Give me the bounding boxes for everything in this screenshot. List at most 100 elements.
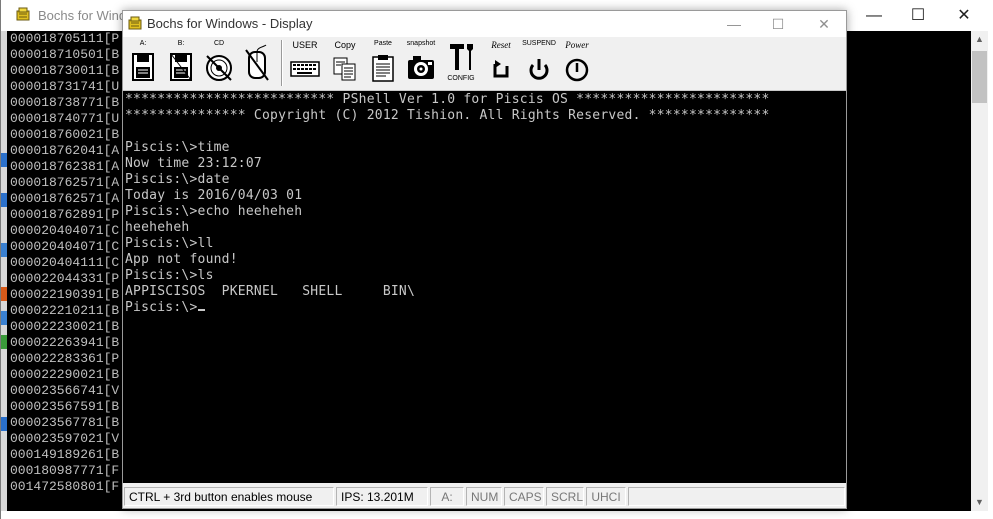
mouse-capture-button[interactable] (239, 40, 275, 86)
screen-line: Today is 2016/04/03 01 (125, 188, 303, 203)
paste-button[interactable]: Paste (365, 40, 401, 86)
camera-icon (408, 56, 434, 79)
background-scrollbar[interactable]: ▲ ▼ (971, 31, 988, 511)
maximize-button[interactable]: ☐ (755, 11, 801, 37)
log-line: 000022210211[B (10, 303, 120, 318)
floppy-a-button[interactable]: A: (125, 40, 161, 86)
screen-line: Piscis:\>time (125, 140, 230, 155)
status-drive-a: A: (430, 487, 464, 506)
snapshot-button[interactable]: snapshot (403, 40, 439, 86)
prompt-text: Piscis:\> (125, 300, 198, 315)
scroll-down-icon[interactable]: ▼ (971, 494, 988, 511)
cdrom-button[interactable]: CD (201, 40, 237, 86)
log-line: 000018760021[B (10, 127, 120, 142)
log-line: 000018762571[A (10, 175, 120, 190)
screen-line: *************** Copyright (C) 2012 Tishi… (125, 108, 770, 123)
screen-line: App not found! (125, 252, 238, 267)
log-line: 001472580801[F (10, 479, 120, 494)
log-line: 000018762891[P (10, 207, 120, 222)
minimize-button[interactable]: — (711, 11, 757, 37)
display-titlebar[interactable]: Bochs for Windows - Display — ☐ ✕ (123, 11, 846, 37)
log-line: 000018738771[B (10, 95, 120, 110)
background-minimize-button[interactable]: — (851, 0, 897, 31)
log-line: 000018740771[U (10, 111, 120, 126)
screen-line: APPISCISOS PKERNEL SHELL BIN\ (125, 284, 416, 299)
suspend-label: SUSPEND (522, 40, 556, 47)
screen-line: Piscis:\>date (125, 172, 230, 187)
log-line: 000020404071[C (10, 239, 120, 254)
log-line: 000022230021[B (10, 319, 120, 334)
user-button[interactable]: USER (287, 40, 323, 86)
power-label: Power (565, 40, 589, 50)
vga-display[interactable]: ************************** PShell Ver 1.… (123, 91, 846, 483)
background-window-title: Bochs for Windo (38, 8, 134, 23)
status-ips: IPS: 13.201M (336, 487, 428, 506)
reset-label: Reset (491, 40, 511, 50)
bochs-app-icon (127, 16, 143, 32)
background-maximize-button[interactable]: ☐ (895, 0, 941, 31)
reset-arrow-icon (493, 60, 509, 78)
log-line: 000018730011[B (10, 63, 120, 78)
status-empty-panel (628, 487, 845, 506)
floppy-disk-icon (170, 53, 192, 81)
log-line: 000180987771[F (10, 463, 120, 478)
close-button[interactable]: ✕ (801, 11, 847, 37)
floppy-a-label: A: (139, 40, 147, 47)
log-line: 000018705111[P (10, 31, 120, 46)
floppy-disk-icon (132, 53, 154, 81)
suspend-button[interactable]: SUSPEND (521, 40, 557, 86)
suspend-power-icon (529, 59, 549, 80)
screen-line: Piscis:\>ls (125, 268, 214, 283)
status-mouse-hint: CTRL + 3rd button enables mouse (124, 487, 334, 506)
log-line: 000018731741[U (10, 79, 120, 94)
screen-line: heeheheh (125, 220, 190, 235)
cdrom-disc-icon (206, 55, 232, 81)
copy-button[interactable]: Copy (327, 40, 363, 86)
status-num-lock: NUM (466, 487, 502, 506)
user-label: USER (292, 40, 318, 50)
window-title: Bochs for Windows - Display (147, 16, 313, 31)
scrollbar-thumb[interactable] (972, 51, 987, 103)
toolbar-separator (281, 40, 283, 86)
screen-line: ************************** PShell Ver 1.… (125, 92, 770, 107)
log-line: 000018762381[A (10, 159, 120, 174)
scroll-up-icon[interactable]: ▲ (971, 31, 988, 48)
status-uhci: UHCI (586, 487, 626, 506)
status-caps-lock: CAPS (504, 487, 544, 506)
log-line: 000023567591[B (10, 399, 120, 414)
statusbar: CTRL + 3rd button enables mouse IPS: 13.… (123, 485, 846, 508)
screen-prompt-line: Piscis:\> (125, 300, 205, 316)
config-button[interactable]: CONFIG (443, 40, 479, 86)
power-button[interactable]: Power (559, 40, 595, 86)
keyboard-icon (290, 61, 320, 77)
power-icon (565, 58, 589, 82)
screen-line: Now time 23:12:07 (125, 156, 262, 171)
text-cursor (197, 309, 205, 311)
log-line: 000020404111[C (10, 255, 120, 270)
log-line: 000018762571[A (10, 191, 120, 206)
bochs-display-window: Bochs for Windows - Display — ☐ ✕ A: B: … (122, 10, 847, 509)
toolbar: A: B: CD USER Copy Paste snapshot CONFIG… (123, 37, 846, 91)
log-line: 000149189261[B (10, 447, 120, 462)
paste-clipboard-icon (372, 55, 394, 82)
log-line: 000023567781[B (10, 415, 120, 430)
log-line: 000022290021[B (10, 367, 120, 382)
floppy-b-button[interactable]: B: (163, 40, 199, 86)
log-line: 000022190391[B (10, 287, 120, 302)
log-line: 000022263941[B (10, 335, 120, 350)
log-line: 000018762041[A (10, 143, 120, 158)
log-line: 000023566741[V (10, 383, 120, 398)
paste-label: Paste (374, 40, 392, 47)
snapshot-label: snapshot (406, 40, 436, 47)
screen-line: Piscis:\>echo heeheheh (125, 204, 303, 219)
log-line: 000022283361[P (10, 351, 120, 366)
config-label: CONFIG (447, 75, 475, 82)
floppy-b-label: B: (177, 40, 185, 47)
background-close-button[interactable]: ✕ (941, 0, 987, 31)
copy-icon (333, 57, 356, 81)
log-line: 000020404071[C (10, 223, 120, 238)
log-line: 000023597021[V (10, 431, 120, 446)
log-line: 000022044331[P (10, 271, 120, 286)
cdrom-label: CD (213, 40, 225, 47)
reset-button[interactable]: Reset (483, 40, 519, 86)
